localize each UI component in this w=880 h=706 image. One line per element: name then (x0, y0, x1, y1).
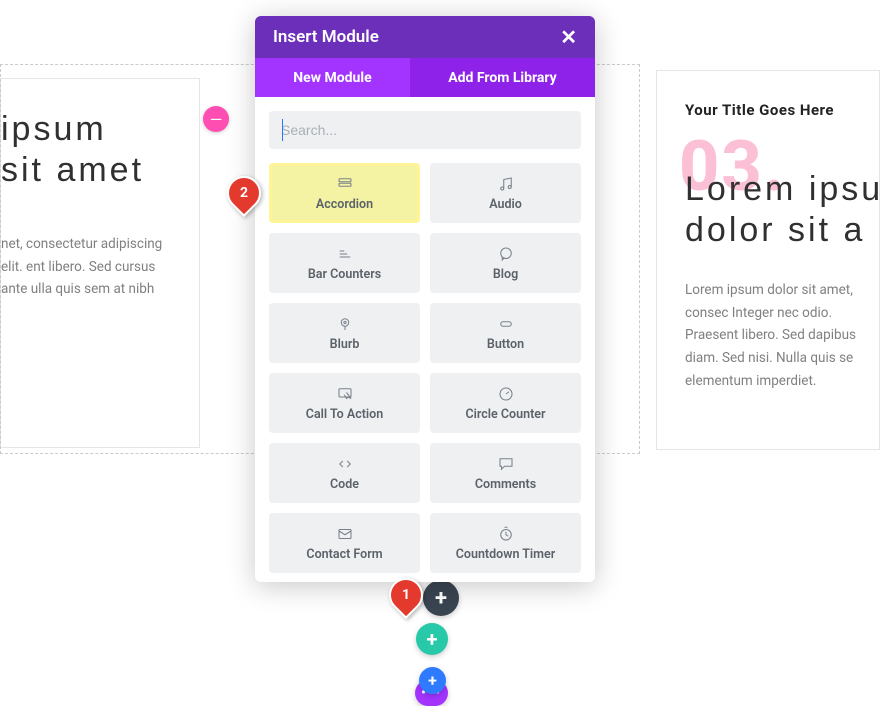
card-title: Lorem ipsu dolor sit a (685, 169, 879, 251)
card-title-line1: Lorem ipsu (685, 170, 880, 208)
module-countdown-timer[interactable]: Countdown Timer (430, 513, 581, 573)
cards-icon (336, 175, 354, 193)
card-title-line2: sit amet (1, 151, 144, 189)
module-label: Bar Counters (308, 267, 381, 282)
callout-label: 1 (402, 587, 410, 603)
callout-label: 2 (240, 185, 248, 201)
module-audio[interactable]: Audio (430, 163, 581, 223)
module-contact-form[interactable]: Contact Form (269, 513, 420, 573)
card-title-line2: dolor sit a (685, 211, 865, 249)
tab-add-from-library[interactable]: Add From Library (410, 58, 595, 97)
comment-icon (497, 455, 515, 473)
modal-body: Accordion Audio Bar Counters Blog Blurb Butto… (255, 97, 595, 582)
search-input[interactable] (269, 111, 581, 149)
module-accordion[interactable]: Accordion (269, 163, 420, 223)
modal-title: Insert Module (273, 27, 379, 47)
add-section-button[interactable]: + (419, 667, 446, 694)
module-comments[interactable]: Comments (430, 443, 581, 503)
module-label: Button (487, 337, 524, 352)
module-label: Blurb (330, 337, 360, 352)
modal-tabs: New Module Add From Library (255, 58, 595, 97)
module-call-to-action[interactable]: Call To Action (269, 373, 420, 433)
module-label: Countdown Timer (456, 547, 556, 562)
card-title-line1: ipsum (1, 110, 107, 148)
modal-header: Insert Module ✕ (255, 16, 595, 58)
module-button[interactable]: Button (430, 303, 581, 363)
card-body-text: net, consectetur adipiscing elit. ent li… (1, 233, 171, 302)
pin-icon (336, 315, 354, 333)
module-label: Circle Counter (465, 407, 545, 422)
gauge-icon (497, 385, 515, 403)
card-title: ipsum sit amet (1, 109, 171, 191)
background-card-right: Your Title Goes Here 03. Lorem ipsu dolo… (656, 70, 880, 450)
card-eyebrow: Your Title Goes Here (685, 101, 879, 119)
text-caret (282, 119, 283, 141)
tab-new-module[interactable]: New Module (255, 58, 410, 97)
module-label: Accordion (316, 197, 373, 212)
background-card-left: ipsum sit amet net, consectetur adipisci… (0, 78, 200, 448)
module-label: Audio (489, 197, 522, 212)
module-circle-counter[interactable]: Circle Counter (430, 373, 581, 433)
remove-module-button[interactable]: — (203, 106, 229, 132)
module-code[interactable]: Code (269, 443, 420, 503)
module-label: Comments (475, 477, 536, 492)
module-grid: Accordion Audio Bar Counters Blog Blurb Butto… (269, 163, 581, 573)
chat-icon (497, 245, 515, 263)
close-icon[interactable]: ✕ (560, 25, 577, 49)
mail-icon (336, 525, 354, 543)
module-blog[interactable]: Blog (430, 233, 581, 293)
plus-icon: + (435, 586, 447, 611)
module-label: Contact Form (306, 547, 382, 562)
module-label: Code (330, 477, 359, 492)
module-bar-counters[interactable]: Bar Counters (269, 233, 420, 293)
module-label: Blog (493, 267, 518, 282)
card-body-text: Lorem ipsum dolor sit amet, consec Integ… (685, 279, 879, 394)
add-module-button[interactable]: + (423, 580, 459, 616)
button-icon (497, 315, 515, 333)
minus-icon: — (210, 110, 223, 129)
plus-icon: + (428, 671, 437, 690)
code-icon (336, 455, 354, 473)
music-icon (497, 175, 515, 193)
module-blurb[interactable]: Blurb (269, 303, 420, 363)
bars-icon (336, 245, 354, 263)
add-row-button[interactable]: + (416, 623, 448, 655)
module-label: Call To Action (306, 407, 383, 422)
insert-module-modal: Insert Module ✕ New Module Add From Libr… (255, 16, 595, 582)
select-icon (336, 385, 354, 403)
timer-icon (497, 525, 515, 543)
plus-icon: + (427, 627, 438, 651)
